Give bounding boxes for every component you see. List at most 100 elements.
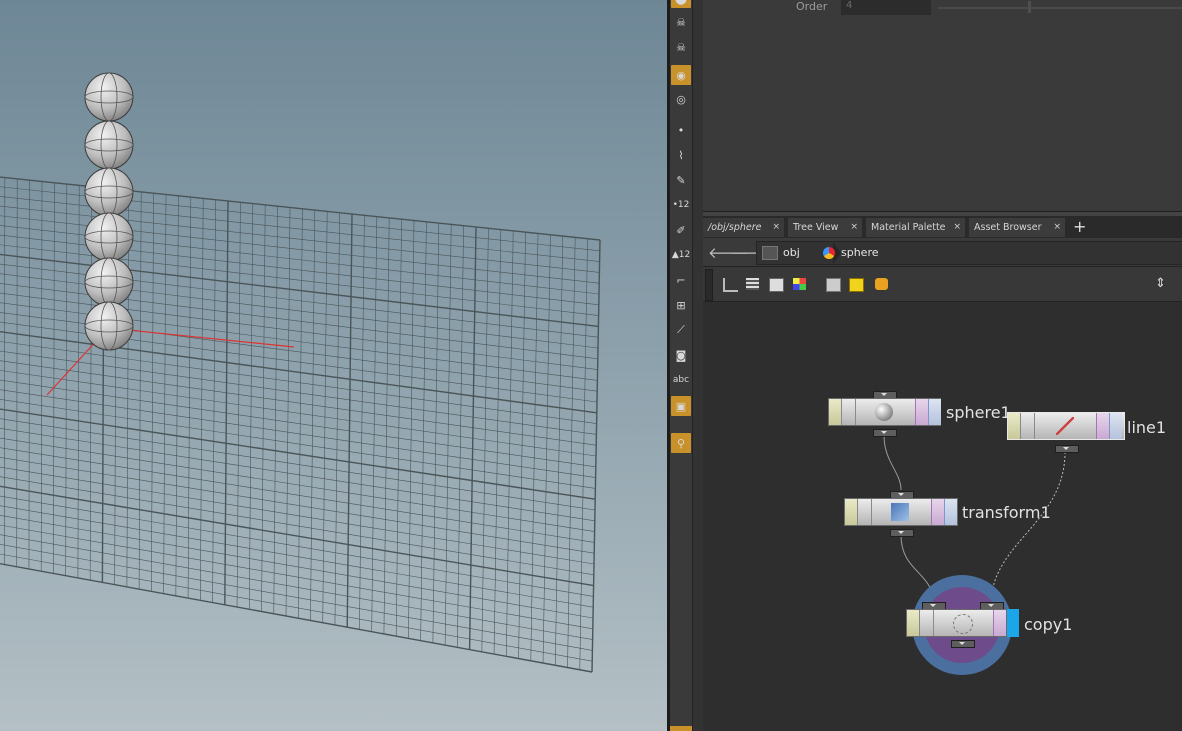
grid-line xyxy=(0,466,595,565)
parameters-icon[interactable] xyxy=(769,278,784,292)
image-icon[interactable]: ▣ xyxy=(671,396,691,416)
output-port[interactable] xyxy=(873,429,897,437)
breadcrumb-obj[interactable]: obj xyxy=(783,246,800,259)
node-line1[interactable] xyxy=(1007,412,1125,440)
close-icon[interactable]: × xyxy=(850,218,858,237)
viewport-scene xyxy=(0,72,601,673)
close-icon[interactable]: × xyxy=(1053,218,1061,237)
skull-light-icon[interactable]: ☠ xyxy=(671,37,691,57)
grid-line xyxy=(0,341,597,424)
disk-icon[interactable]: ◙ xyxy=(671,345,691,365)
node-copy1[interactable] xyxy=(906,609,1007,637)
node-label[interactable]: transform1 xyxy=(962,503,1051,522)
node-sphere1[interactable] xyxy=(828,398,941,426)
snap-icon[interactable]: ⊞ xyxy=(671,295,691,315)
shelf-bottom-handle[interactable] xyxy=(670,726,692,731)
geometry-object-icon xyxy=(823,247,835,259)
grid-line xyxy=(0,408,596,500)
color-palette-icon[interactable] xyxy=(793,278,806,290)
bypass-flag[interactable] xyxy=(829,399,842,425)
template-flag[interactable] xyxy=(993,610,1006,636)
tab-network[interactable]: /obj/sphere × xyxy=(703,218,784,237)
node-divider xyxy=(855,399,856,425)
grid-line xyxy=(0,534,593,640)
tab-label: Asset Browser xyxy=(974,222,1042,233)
pin-icon[interactable]: ⚲ xyxy=(671,433,691,453)
sticky-note-icon[interactable] xyxy=(849,278,864,292)
node-transform1[interactable] xyxy=(844,498,958,526)
obj-network-icon xyxy=(762,246,778,260)
bypass-flag[interactable] xyxy=(1008,413,1021,439)
number-icon[interactable]: •12 xyxy=(671,195,691,215)
tab-asset-browser[interactable]: Asset Browser × xyxy=(969,218,1065,237)
node-divider xyxy=(933,610,934,636)
network-editor[interactable]: sphere1 line1 transform1 copy1 xyxy=(703,302,1182,731)
order-slider[interactable] xyxy=(938,1,1182,13)
sphere-copy xyxy=(84,72,134,122)
display-flag[interactable] xyxy=(944,499,957,525)
spot-light-icon[interactable]: ☠ xyxy=(671,12,691,32)
shelf-asset-icon[interactable] xyxy=(875,278,888,290)
node-label[interactable]: sphere1 xyxy=(946,403,1011,422)
breadcrumb: obj sphere xyxy=(756,241,1182,265)
order-field[interactable]: 4 xyxy=(841,0,931,15)
pen-icon[interactable]: ✎ xyxy=(671,170,691,190)
bypass-flag[interactable] xyxy=(907,610,920,636)
toolbar-handle[interactable] xyxy=(705,269,713,301)
display-flag[interactable] xyxy=(928,399,941,425)
point-icon[interactable]: • xyxy=(671,120,691,140)
camera-icon[interactable]: ◉ xyxy=(671,65,691,85)
node-label[interactable]: copy1 xyxy=(1024,615,1072,634)
template-flag[interactable] xyxy=(1096,413,1109,439)
bypass-flag[interactable] xyxy=(845,499,858,525)
output-port[interactable] xyxy=(890,529,914,537)
curve-icon[interactable]: ⌇ xyxy=(671,145,691,165)
scene-viewport[interactable] xyxy=(0,0,667,731)
light-icon[interactable]: ⬤ xyxy=(671,0,691,8)
template-flag[interactable] xyxy=(931,499,944,525)
splitter-icon[interactable]: ⇕ xyxy=(1155,276,1166,291)
display-flag[interactable] xyxy=(1109,413,1122,439)
list-view-icon[interactable] xyxy=(746,278,759,290)
template-flag[interactable] xyxy=(915,399,928,425)
transform-icon xyxy=(891,503,909,521)
close-icon[interactable]: × xyxy=(772,218,780,237)
tree-layout-icon[interactable] xyxy=(723,278,738,292)
joint-icon[interactable]: ⟋ xyxy=(671,320,691,340)
grid-line xyxy=(0,476,594,576)
line-icon xyxy=(1056,417,1074,435)
number-icon[interactable]: ▲12 xyxy=(671,245,691,265)
grid-line xyxy=(0,350,597,435)
tab-label: Tree View xyxy=(793,222,839,233)
view-eye-icon[interactable]: ◎ xyxy=(671,89,691,109)
grid-line xyxy=(0,457,595,554)
pane-tab-bar: /obj/sphere × Tree View × Material Palet… xyxy=(703,216,1182,238)
node-label[interactable]: line1 xyxy=(1127,418,1166,437)
grid-line xyxy=(0,544,593,651)
network-box-icon[interactable] xyxy=(826,278,841,292)
copied-spheres xyxy=(84,72,134,351)
breadcrumb-sphere[interactable]: sphere xyxy=(841,246,879,259)
add-tab-button[interactable]: + xyxy=(1073,218,1086,236)
tab-material-palette[interactable]: Material Palette × xyxy=(866,218,965,237)
order-label: Order xyxy=(796,0,828,13)
output-port[interactable] xyxy=(1055,445,1079,453)
grid-line xyxy=(0,360,597,446)
parameter-pane: Order 4 xyxy=(703,0,1182,211)
tab-label: Material Palette xyxy=(871,222,946,233)
ramp-icon[interactable]: ⌐ xyxy=(671,270,691,290)
viewport-tool-shelf: ⬤ ☠ ☠ ◉ ◎ • ⌇ ✎ •12 ✐ ▲12 ⌐ ⊞ ⟋ ◙ abc ▣ … xyxy=(670,0,692,731)
order-slider-handle[interactable] xyxy=(1028,1,1031,13)
paint-icon[interactable]: ✐ xyxy=(671,220,691,240)
display-flag-active[interactable] xyxy=(1007,609,1019,637)
grid-line xyxy=(0,437,595,532)
tab-tree-view[interactable]: Tree View × xyxy=(788,218,862,237)
close-icon[interactable]: × xyxy=(953,218,961,237)
text-icon[interactable]: abc xyxy=(671,370,691,390)
sphere-copy xyxy=(84,120,134,170)
grid-line xyxy=(0,553,593,662)
output-port[interactable] xyxy=(951,640,975,648)
copy-icon xyxy=(953,614,973,634)
sphere-copy xyxy=(84,257,134,307)
grid-line xyxy=(0,447,595,543)
